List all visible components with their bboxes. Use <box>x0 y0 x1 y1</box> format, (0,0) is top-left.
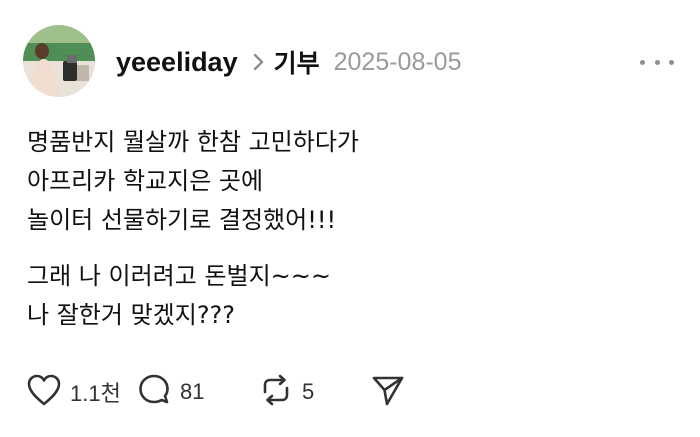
chevron-right-icon <box>252 53 264 71</box>
more-dot <box>654 59 660 65</box>
repost-count: 5 <box>302 379 315 404</box>
comment-button[interactable]: 81 <box>136 372 258 412</box>
username-link[interactable]: yeeeliday <box>116 47 238 78</box>
post-header: yeeeliday 기부 2025-08-05 <box>116 44 462 80</box>
post-paragraph: 명품반지 뭘살까 한참 고민하다가 아프리카 학교지은 곳에 놀이터 선물하기로… <box>27 123 667 240</box>
profile-photo-image <box>23 25 95 97</box>
post-date: 2025-08-05 <box>333 47 462 76</box>
post-paragraph: 그래 나 이러려고 돈벌지~~~ 나 잘한거 맞겠지??? <box>27 257 667 335</box>
repost-icon <box>258 372 294 412</box>
post-card: yeeeliday 기부 2025-08-05 명품반지 뭘살까 한참 고민하다… <box>0 0 700 437</box>
avatar[interactable] <box>23 25 95 97</box>
share-button[interactable] <box>370 372 406 412</box>
post-content: 명품반지 뭘살까 한참 고민하다가 아프리카 학교지은 곳에 놀이터 선물하기로… <box>27 123 667 335</box>
post-line: 나 잘한거 맞겠지??? <box>27 301 236 329</box>
more-dot <box>640 59 645 65</box>
post-line: 아프리카 학교지은 곳에 <box>27 167 264 195</box>
like-count: 1.1천 <box>70 381 121 406</box>
send-icon <box>370 372 406 412</box>
action-bar: 1.1천 81 5 <box>26 372 406 412</box>
heart-icon <box>26 373 62 411</box>
post-line: 놀이터 선물하기로 결정했어!!! <box>27 206 337 234</box>
comment-bubble-icon <box>136 372 172 412</box>
repost-button[interactable]: 5 <box>258 372 370 412</box>
post-line: 그래 나 이러려고 돈벌지~~~ <box>27 262 332 290</box>
comment-count: 81 <box>180 379 205 404</box>
more-options-icon[interactable] <box>640 54 674 70</box>
category-link[interactable]: 기부 <box>274 44 320 80</box>
post-line: 명품반지 뭘살까 한참 고민하다가 <box>27 128 360 156</box>
like-button[interactable]: 1.1천 <box>26 373 136 411</box>
more-dot <box>669 59 674 65</box>
